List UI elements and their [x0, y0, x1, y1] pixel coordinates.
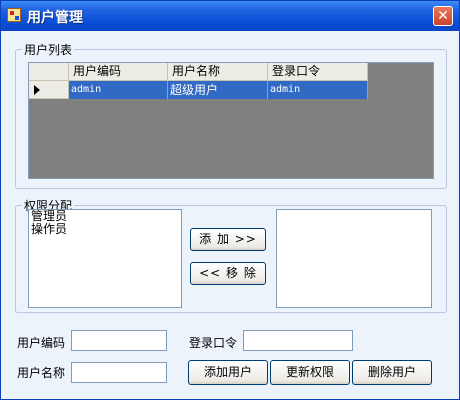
cell-user-password[interactable]: admin: [268, 81, 368, 99]
grid-corner-cell: [29, 63, 69, 81]
grid-header-row: 用户编码 用户名称 登录口令: [29, 63, 368, 81]
user-name-input[interactable]: [71, 362, 167, 383]
available-permissions-list[interactable]: 管理员 操作员: [28, 209, 182, 308]
title-bar[interactable]: 用户管理 ✕: [1, 1, 459, 31]
password-input[interactable]: [243, 330, 353, 351]
client-area: 用户列表 用户编码 用户名称 登录口令 admin 超级用户 admin 权限分…: [4, 31, 456, 397]
update-permissions-button[interactable]: 更新权限: [270, 360, 350, 385]
user-name-label: 用户名称: [17, 366, 66, 380]
list-item[interactable]: 操作员: [29, 223, 181, 236]
window-title: 用户管理: [27, 10, 83, 26]
password-label: 登录口令: [189, 336, 238, 350]
table-row[interactable]: admin 超级用户 admin: [29, 81, 368, 99]
delete-user-button[interactable]: 删除用户: [352, 360, 432, 385]
assigned-permissions-list[interactable]: [276, 209, 432, 308]
add-permission-button[interactable]: 添 加 >>: [190, 228, 266, 251]
row-header-cell[interactable]: [29, 81, 69, 99]
remove-permission-button[interactable]: << 移 除: [190, 262, 266, 285]
column-header-code[interactable]: 用户编码: [69, 63, 168, 81]
user-code-input[interactable]: [71, 330, 167, 351]
user-list-legend: 用户列表: [24, 43, 73, 57]
close-button[interactable]: ✕: [433, 6, 453, 26]
add-user-button[interactable]: 添加用户: [188, 360, 268, 385]
row-pointer-icon: [34, 85, 40, 95]
user-management-window: 用户管理 ✕ 用户列表 用户编码 用户名称 登录口令 admin 超级用户 ad…: [0, 0, 460, 400]
column-header-name[interactable]: 用户名称: [168, 63, 268, 81]
column-header-password[interactable]: 登录口令: [268, 63, 368, 81]
app-window-icon: [7, 8, 21, 22]
cell-user-name[interactable]: 超级用户: [168, 81, 268, 99]
user-code-label: 用户编码: [17, 336, 66, 350]
user-grid[interactable]: 用户编码 用户名称 登录口令 admin 超级用户 admin: [28, 62, 434, 179]
cell-user-code[interactable]: admin: [69, 81, 168, 99]
